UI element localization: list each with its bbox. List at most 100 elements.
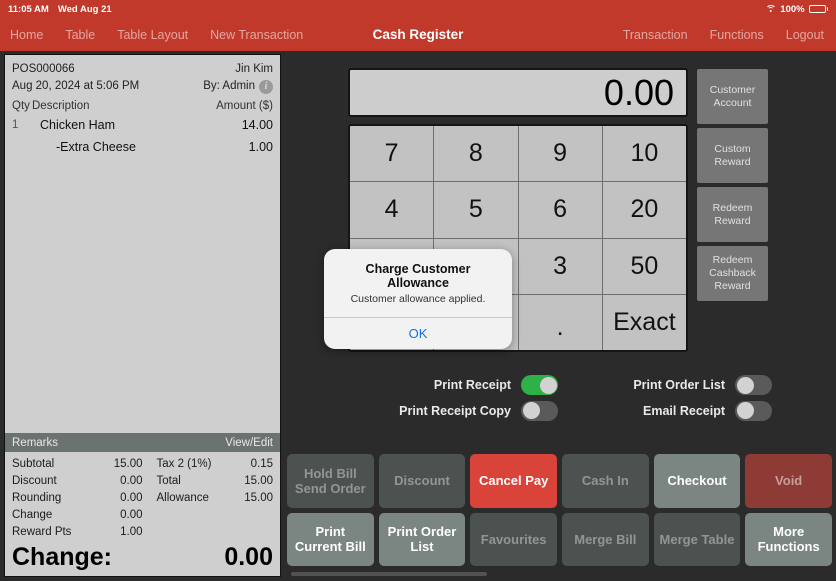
total-label: Total — [156, 475, 181, 487]
nav-item-table-layout[interactable]: Table Layout — [117, 28, 188, 42]
remarks-label: Remarks — [12, 436, 59, 449]
key-6[interactable]: 6 — [518, 182, 602, 238]
cash-in-button[interactable]: Cash In — [561, 454, 649, 508]
navigation-bar: Cash Register Home Table Table Layout Ne… — [0, 18, 836, 51]
toggle-switch[interactable] — [521, 375, 558, 396]
totals-left-column: Subtotal 15.00 Discount 0.00 Rounding 0.… — [12, 456, 143, 541]
tax2-label: Tax 2 (1%) — [156, 458, 212, 470]
favourites-button[interactable]: Favourites — [470, 512, 557, 566]
key-9[interactable]: 9 — [518, 126, 602, 182]
column-header-amount: Amount ($) — [216, 100, 273, 112]
change-summary-value: 0.00 — [224, 543, 273, 571]
toggle-switch[interactable] — [521, 400, 558, 421]
item-description: Chicken Ham — [40, 118, 116, 132]
nav-item-table[interactable]: Table — [65, 28, 95, 42]
info-icon[interactable]: i — [259, 79, 273, 94]
discount-label: Discount — [12, 475, 57, 487]
nav-item-new-transaction[interactable]: New Transaction — [210, 28, 303, 42]
nav-item-transaction[interactable]: Transaction — [623, 28, 688, 42]
table-row[interactable]: -Extra Cheese 1.00 — [5, 136, 280, 158]
change-summary-label: Change: — [12, 543, 112, 571]
key-50[interactable]: 50 — [602, 238, 686, 294]
custom-reward-button[interactable]: Custom Reward — [696, 127, 769, 184]
home-indicator — [291, 572, 487, 576]
total-value: 15.00 — [244, 475, 273, 487]
bill-operator: By: Admin — [203, 80, 255, 92]
discount-button[interactable]: Discount — [378, 454, 466, 508]
totals-row-total: Total 15.00 — [143, 473, 274, 490]
redeem-reward-button[interactable]: Redeem Reward — [696, 186, 769, 243]
redeem-cashback-reward-button[interactable]: Redeem Cashback Reward — [696, 245, 769, 302]
reward-buttons-column: Customer Account Custom Reward Redeem Re… — [696, 68, 769, 304]
toggle-print-receipt[interactable]: Print Receipt — [372, 374, 558, 397]
pos-app: 11:05 AM Wed Aug 21 100% Cash Register H… — [0, 0, 836, 581]
toggle-label: Email Receipt — [643, 403, 725, 418]
change-summary: Change: 0.00 — [5, 541, 280, 576]
key-10[interactable]: 10 — [602, 126, 686, 182]
item-amount: 14.00 — [241, 118, 273, 132]
toggle-print-receipt-copy[interactable]: Print Receipt Copy — [372, 400, 558, 423]
key-5[interactable]: 5 — [434, 182, 518, 238]
toggle-label: Print Receipt Copy — [399, 403, 511, 418]
status-date: Wed Aug 21 — [57, 3, 112, 15]
remarks-bar[interactable]: Remarks View/Edit — [5, 433, 280, 452]
dialog-message: Customer allowance applied. — [350, 293, 486, 305]
toggle-label: Print Order List — [633, 378, 725, 393]
totals-row-tax2: Tax 2 (1%) 0.15 — [143, 456, 274, 473]
totals-row-allowance: Allowance 15.00 — [143, 490, 274, 507]
key-4[interactable]: 4 — [350, 182, 434, 238]
toggle-switch[interactable] — [735, 400, 772, 421]
key-7[interactable]: 7 — [350, 126, 434, 182]
action-buttons: Hold Bill Send Order Discount Cancel Pay… — [287, 454, 832, 566]
key-3[interactable]: 3 — [518, 238, 602, 294]
hold-bill-send-order-button[interactable]: Hold Bill Send Order — [287, 454, 374, 508]
nav-item-functions[interactable]: Functions — [710, 28, 764, 42]
print-current-bill-button[interactable]: Print Current Bill — [287, 512, 374, 566]
toggle-switch[interactable] — [735, 375, 772, 396]
bill-items-list[interactable]: 1 Chicken Ham 14.00 -Extra Cheese 1.00 — [5, 114, 280, 433]
status-bar-left: 11:05 AM Wed Aug 21 — [8, 4, 112, 15]
bill-datetime: Aug 20, 2024 at 5:06 PM — [12, 80, 140, 92]
battery-icon — [808, 4, 828, 14]
totals-row-reward-pts: Reward Pts 1.00 — [12, 524, 143, 541]
discount-value: 0.00 — [120, 475, 143, 487]
status-bar: 11:05 AM Wed Aug 21 100% — [0, 0, 836, 18]
more-functions-button[interactable]: More Functions — [745, 512, 832, 566]
totals-row-change: Change 0.00 — [12, 507, 143, 524]
key-decimal[interactable]: . — [518, 294, 602, 350]
toggle-email-receipt[interactable]: Email Receipt — [586, 400, 772, 423]
void-button[interactable]: Void — [745, 454, 832, 508]
key-8[interactable]: 8 — [434, 126, 518, 182]
status-bar-right: 100% — [765, 4, 828, 15]
nav-item-logout[interactable]: Logout — [786, 28, 824, 42]
customer-name: Jin Kim — [235, 63, 273, 75]
items-column-headers: Qty Description Amount ($) — [5, 97, 280, 114]
customer-account-button[interactable]: Customer Account — [696, 68, 769, 125]
checkout-button[interactable]: Checkout — [653, 454, 741, 508]
nav-item-home[interactable]: Home — [10, 28, 43, 42]
column-header-qty: Qty — [12, 100, 30, 112]
bill-number: POS000066 — [12, 63, 75, 75]
amount-display[interactable]: 0.00 — [348, 68, 688, 117]
item-description: -Extra Cheese — [56, 140, 136, 154]
dialog-ok-button[interactable]: OK — [324, 318, 512, 349]
key-20[interactable]: 20 — [602, 182, 686, 238]
bill-header: POS000066 Jin Kim Aug 20, 2024 at 5:06 P… — [5, 55, 280, 97]
status-time: 11:05 AM — [8, 3, 49, 15]
print-order-list-button[interactable]: Print Order List — [378, 512, 466, 566]
toggle-print-order-list[interactable]: Print Order List — [586, 374, 772, 397]
dialog-body: Charge Customer Allowance Customer allow… — [324, 249, 512, 317]
dialog-title: Charge Customer Allowance — [365, 262, 471, 290]
merge-table-button[interactable]: Merge Table — [653, 512, 741, 566]
tax2-value: 0.15 — [250, 458, 273, 470]
reward-pts-label: Reward Pts — [12, 526, 72, 538]
totals-row-subtotal: Subtotal 15.00 — [12, 456, 143, 473]
subtotal-value: 15.00 — [113, 458, 143, 470]
key-exact[interactable]: Exact — [602, 294, 686, 350]
merge-bill-button[interactable]: Merge Bill — [561, 512, 649, 566]
subtotal-label: Subtotal — [12, 458, 55, 470]
allowance-label: Allowance — [156, 492, 209, 504]
remarks-view-edit-link[interactable]: View/Edit — [225, 437, 273, 449]
table-row[interactable]: 1 Chicken Ham 14.00 — [5, 114, 280, 136]
cancel-pay-button[interactable]: Cancel Pay — [470, 454, 557, 508]
